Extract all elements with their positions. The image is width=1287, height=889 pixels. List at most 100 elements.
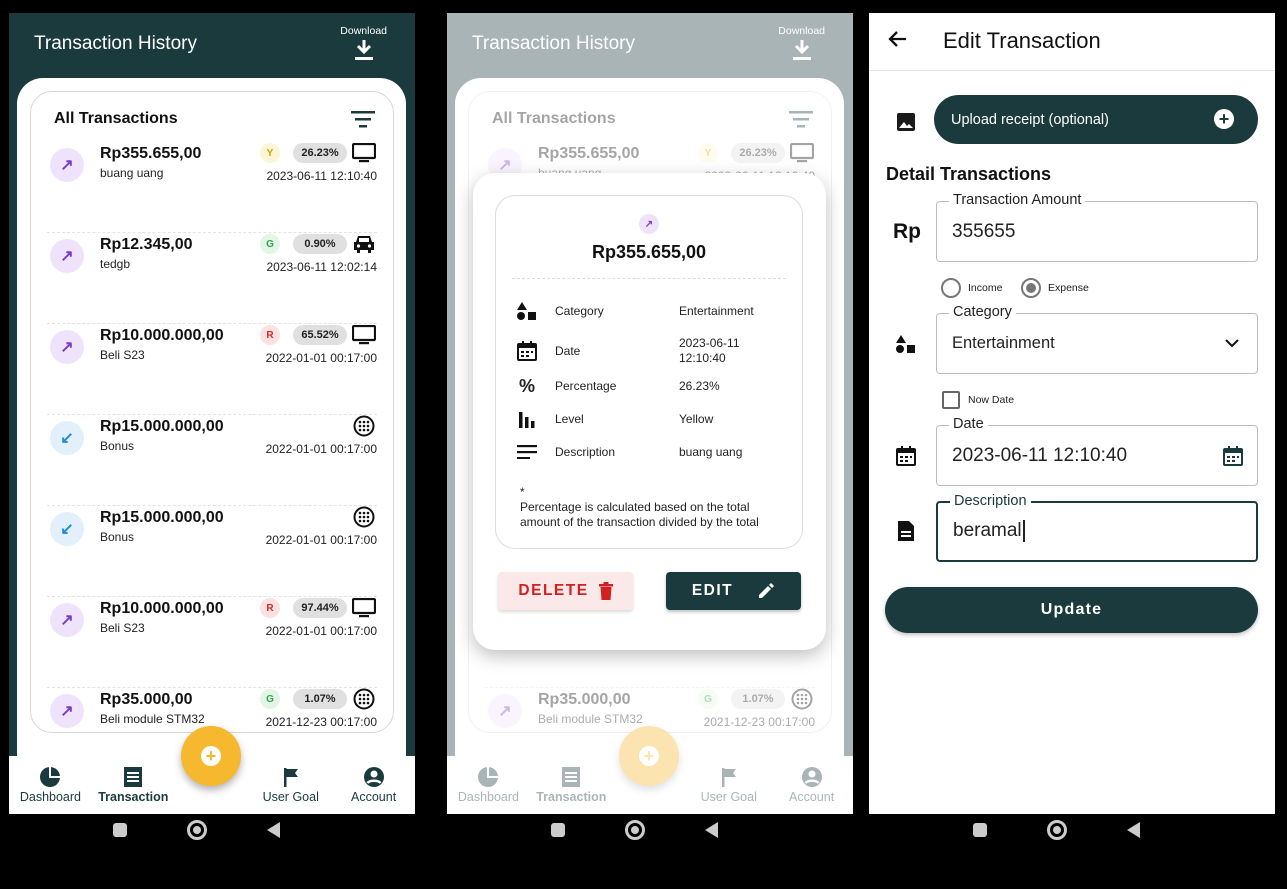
delete-label: DELETE xyxy=(518,582,589,599)
nav-transaction-label: Transaction xyxy=(98,790,169,804)
detail-label: Description xyxy=(555,445,616,459)
transaction-row[interactable]: ↙ Rp15.000.000,00 Bonus 2022-01-01 00:17:00 xyxy=(47,506,377,597)
text-caret xyxy=(1022,520,1025,542)
system-nav-bar xyxy=(973,820,1140,840)
app-bar: Edit Transaction xyxy=(869,13,1275,71)
add-transaction-fab[interactable]: + xyxy=(181,726,241,786)
tv-icon xyxy=(351,597,377,619)
transaction-amount: Rp10.000.000,00 xyxy=(100,327,224,344)
home-icon[interactable] xyxy=(625,820,645,840)
transactions-card: All Transactions ↗ Rp355.655,00 buang uang… xyxy=(30,91,394,733)
expense-radio[interactable]: Expense xyxy=(1021,278,1089,298)
transaction-description: Beli module STM32 xyxy=(100,712,205,726)
transaction-row[interactable]: ↗ Rp10.000.000,00 Beli S23 R 65.52% 2022-01-0… xyxy=(47,324,377,415)
percentage-badge: 65.52% xyxy=(293,325,347,345)
back-arrow-icon[interactable] xyxy=(888,29,908,49)
detail-row-level: Level Yellow xyxy=(516,406,782,432)
account-icon xyxy=(363,767,384,787)
filter-icon[interactable] xyxy=(351,110,375,128)
radio-unselected xyxy=(941,278,961,298)
transaction-detail-screen: Transaction History Download All Transac… xyxy=(447,13,853,814)
update-button[interactable]: Update xyxy=(885,587,1258,633)
trash-icon xyxy=(598,582,613,600)
transaction-amount-field[interactable]: Transaction Amount 355655 xyxy=(936,192,1258,262)
date-field[interactable]: Date 2023-06-11 12:10:40 xyxy=(936,416,1258,486)
expense-arrow-icon: ↗ xyxy=(50,603,84,637)
transaction-date: 2021-12-23 00:17:00 xyxy=(265,715,377,729)
transaction-description: Beli S23 xyxy=(100,348,145,362)
recents-icon[interactable] xyxy=(973,823,987,837)
section-title: Detail Transactions xyxy=(886,164,1052,184)
detail-row-description: Description buang uang xyxy=(516,439,782,465)
download-button[interactable]: Download xyxy=(340,25,387,61)
percent-icon: % xyxy=(518,375,535,396)
percentage-badge: 0.90% xyxy=(293,234,347,254)
expense-arrow-icon: ↗ xyxy=(50,148,84,182)
transaction-row[interactable]: ↗ Rp355.655,00 buang uang Y 26.23% 2023-06-11… xyxy=(47,142,377,233)
detail-value: buang uang xyxy=(679,445,743,459)
transaction-date: 2022-01-01 00:17:00 xyxy=(265,624,377,638)
expense-arrow-icon: ↗ xyxy=(639,214,659,234)
plus-circle-icon: + xyxy=(1214,109,1234,129)
edit-button[interactable]: EDIT xyxy=(666,572,801,610)
upload-receipt-button[interactable]: Upload receipt (optional) + xyxy=(934,95,1258,144)
bar-chart-icon xyxy=(519,412,535,428)
chevron-down-icon xyxy=(1225,339,1239,348)
tv-icon xyxy=(351,142,377,164)
detail-amount: Rp355.655,00 xyxy=(591,242,707,262)
nav-account[interactable]: Account xyxy=(332,756,415,814)
delete-button[interactable]: DELETE xyxy=(498,572,633,610)
transaction-amount: Rp355.655,00 xyxy=(100,145,202,162)
system-nav-bar xyxy=(551,820,718,840)
nav-dashboard[interactable]: Dashboard xyxy=(9,756,92,814)
transaction-history-screen: Transaction History Download All Transac… xyxy=(9,13,415,814)
pie-chart-icon xyxy=(40,767,61,787)
recents-icon[interactable] xyxy=(113,823,127,837)
radio-label: Income xyxy=(968,282,1003,294)
transaction-row[interactable]: ↙ Rp15.000.000,00 Bonus 2022-01-01 00:17:00 xyxy=(47,415,377,506)
note-text: Percentage is calculated based on the to… xyxy=(520,500,759,529)
detail-row-category: Category Entertainment xyxy=(516,298,782,324)
divider xyxy=(512,278,786,279)
category-select[interactable]: Category Entertainment xyxy=(936,304,1258,374)
field-value: Entertainment xyxy=(952,334,1055,352)
flag-icon xyxy=(283,768,298,787)
transaction-row[interactable]: ↗ Rp12.345,00 tedgb G 0.90% 2023-06-11 12:02:… xyxy=(47,233,377,324)
detail-row-percentage: % Percentage 26.23% xyxy=(516,373,782,399)
expense-arrow-icon: ↗ xyxy=(50,330,84,364)
list-title: All Transactions xyxy=(54,110,178,127)
nav-user-goal[interactable]: User Goal xyxy=(249,756,332,814)
text-lines-icon xyxy=(517,445,537,459)
transaction-amount: Rp35.000,00 xyxy=(100,691,193,708)
currency-label: Rp xyxy=(893,220,921,243)
income-radio[interactable]: Income xyxy=(941,278,1002,298)
back-icon[interactable] xyxy=(267,822,280,838)
detail-value: Yellow xyxy=(679,412,714,426)
now-date-checkbox[interactable]: Now Date xyxy=(942,391,1014,409)
transaction-row[interactable]: ↗ Rp10.000.000,00 Beli S23 R 97.44% 2022-01-0… xyxy=(47,597,377,688)
field-value: beramal xyxy=(953,520,1022,542)
radio-label: Expense xyxy=(1048,282,1089,294)
level-badge: G xyxy=(260,689,280,709)
content-sheet: All Transactions ↗ Rp355.655,00 buang uang… xyxy=(17,78,406,768)
back-icon[interactable] xyxy=(705,822,718,838)
calendar-picker-icon[interactable] xyxy=(1223,446,1243,466)
detail-label: Percentage xyxy=(555,379,617,393)
home-icon[interactable] xyxy=(1047,820,1067,840)
pencil-icon xyxy=(759,583,775,598)
back-icon[interactable] xyxy=(1127,822,1140,838)
page-title: Transaction History xyxy=(34,33,197,54)
detail-value: Entertainment xyxy=(679,304,754,318)
transaction-detail-modal: ↗ Rp355.655,00 Category Entertainment Da… xyxy=(473,173,826,650)
transaction-amount: Rp15.000.000,00 xyxy=(100,509,224,526)
dots-circle-icon xyxy=(351,506,377,528)
system-nav-bar xyxy=(113,820,280,840)
recents-icon[interactable] xyxy=(551,823,565,837)
nav-account-label: Account xyxy=(351,790,397,804)
nav-transaction[interactable]: Transaction xyxy=(92,756,175,814)
percentage-badge: 1.07% xyxy=(293,689,347,709)
home-icon[interactable] xyxy=(187,820,207,840)
shapes-icon xyxy=(894,332,918,356)
tv-icon xyxy=(351,324,377,346)
description-field[interactable]: Description beramal xyxy=(936,493,1258,562)
